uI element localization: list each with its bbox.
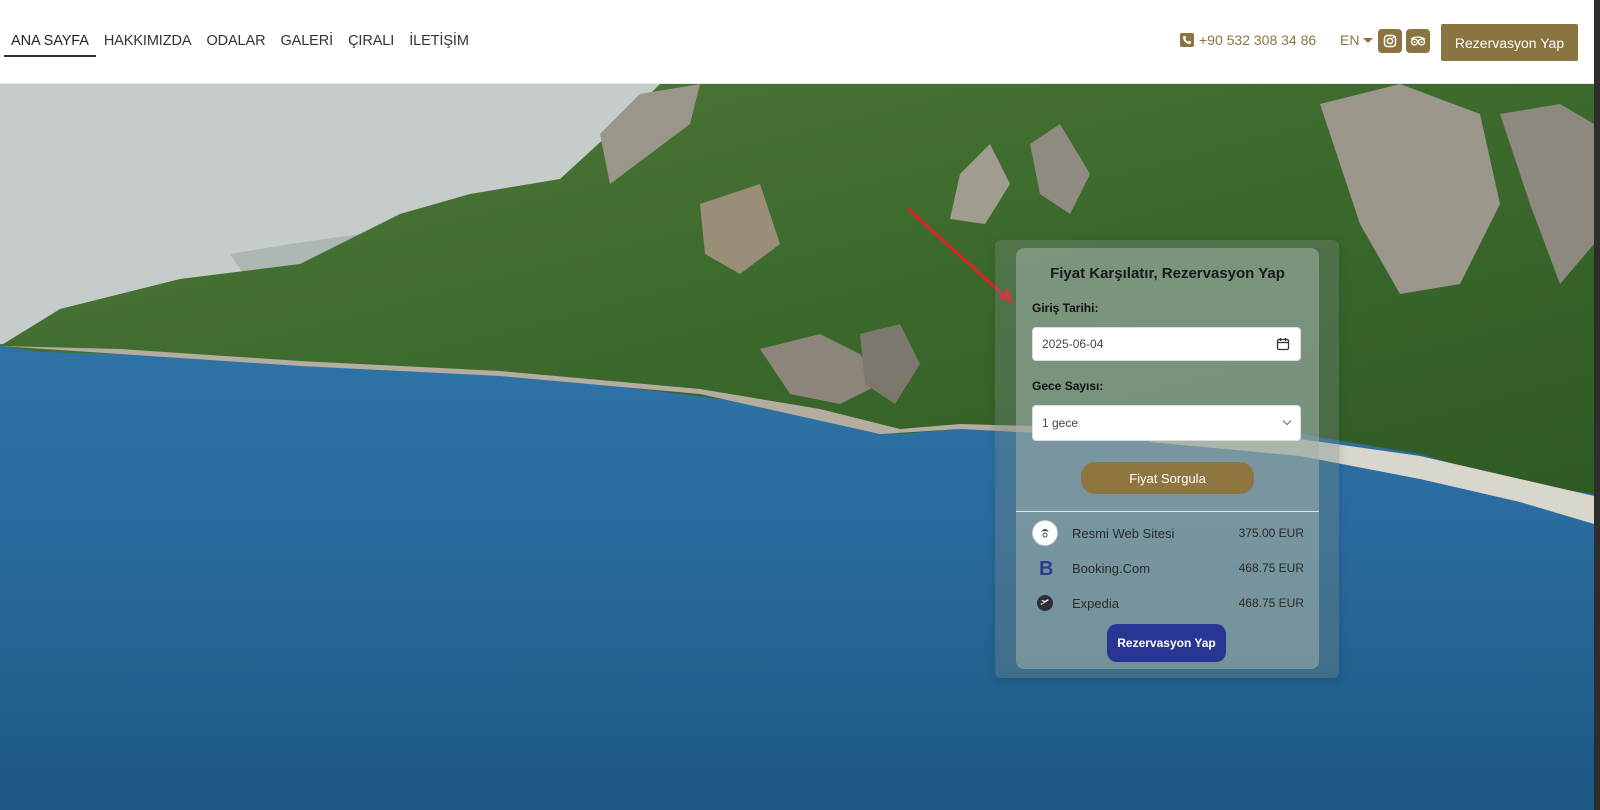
phone-icon [1180,33,1194,47]
language-label: EN [1340,32,1360,48]
page-scrollbar[interactable] [1594,0,1600,810]
nav-item-about[interactable]: HAKKIMIZDA [97,30,199,57]
tripadvisor-icon[interactable] [1406,29,1430,53]
annotation-arrow [906,207,1014,304]
nights-select[interactable]: 1 gece [1032,405,1301,441]
offer-price: 375.00 EUR [1238,526,1304,540]
site-header: ANA SAYFA HAKKIMIZDA ODALAR GALERİ ÇIRAL… [0,0,1600,84]
checkin-date-input[interactable]: 2025-06-04 [1032,327,1301,361]
caret-down-icon [1363,37,1374,43]
instagram-icon[interactable] [1378,29,1402,53]
widget-title: Fiyat Karşılatır, Rezervasyon Yap [1050,265,1285,282]
nav-item-home[interactable]: ANA SAYFA [4,30,96,57]
header-reservation-button[interactable]: Rezervasyon Yap [1441,24,1578,61]
booking-widget: Fiyat Karşılatır, Rezervasyon Yap Giriş … [1016,248,1319,669]
offer-row[interactable]: Resmi Web Sitesi 375.00 EUR [1032,520,1304,546]
language-selector[interactable]: EN [1340,32,1374,48]
official-site-logo-icon [1032,520,1058,546]
nights-label: Gece Sayısı: [1032,379,1104,393]
nav-item-rooms[interactable]: ODALAR [199,30,272,57]
offer-name: Resmi Web Sitesi [1072,525,1175,541]
nav-item-cirali[interactable]: ÇIRALI [341,30,401,57]
booking-logo-icon: B [1032,555,1058,581]
expedia-logo-icon [1032,590,1058,616]
nights-value: 1 gece [1042,416,1079,430]
nav-item-gallery[interactable]: GALERİ [273,30,340,57]
offer-price: 468.75 EUR [1238,596,1304,610]
calendar-icon[interactable] [1276,337,1290,354]
checkin-date-value: 2025-06-04 [1042,337,1104,351]
chevron-down-icon [1282,416,1292,426]
price-query-button[interactable]: Fiyat Sorgula [1081,462,1254,494]
offer-row[interactable]: B Booking.Com 468.75 EUR [1032,555,1304,581]
svg-text:B: B [1039,558,1053,580]
offer-name: Booking.Com [1072,560,1151,576]
main-nav: ANA SAYFA HAKKIMIZDA ODALAR GALERİ ÇIRAL… [4,30,477,57]
offer-row[interactable]: Expedia 468.75 EUR [1032,590,1304,616]
phone-number: +90 532 308 34 86 [1199,32,1317,48]
nav-item-contact[interactable]: İLETİŞİM [402,30,476,57]
offer-name: Expedia [1072,595,1119,611]
offer-price: 468.75 EUR [1238,561,1304,575]
widget-reservation-button[interactable]: Rezervasyon Yap [1107,624,1226,662]
checkin-label: Giriş Tarihi: [1032,301,1099,315]
hero-background [0,84,1594,810]
phone-link[interactable]: +90 532 308 34 86 [1180,32,1316,48]
widget-divider [1016,511,1319,512]
